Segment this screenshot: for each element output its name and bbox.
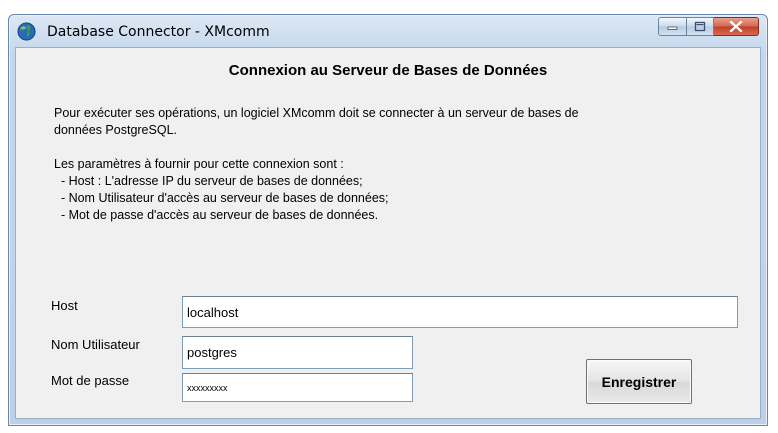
dialog-body: Connexion au Serveur de Bases de Données…	[15, 47, 761, 419]
user-label: Nom Utilisateur	[51, 337, 140, 352]
parameter-item: - Mot de passe d'accès au serveur de bas…	[54, 208, 379, 222]
intro-line: Pour exécuter ses opérations, un logicie…	[54, 106, 579, 120]
app-window: Database Connector - XMcomm Connexion au…	[8, 14, 768, 426]
window-title: Database Connector - XMcomm	[47, 24, 270, 40]
password-label: Mot de passe	[51, 373, 130, 388]
parameter-item: - Nom Utilisateur d'accès au serveur de …	[54, 191, 389, 205]
minimize-button[interactable]	[658, 17, 687, 36]
parameters-intro: Les paramètres à fournir pour cette conn…	[54, 157, 344, 171]
window-controls	[658, 17, 759, 37]
intro-line: données PostgreSQL.	[54, 123, 177, 137]
close-icon	[729, 21, 743, 32]
username-input[interactable]	[182, 336, 413, 369]
host-label: Host	[51, 298, 78, 313]
maximize-button[interactable]	[687, 17, 714, 36]
page-title: Connexion au Serveur de Bases de Données	[228, 62, 548, 79]
host-input[interactable]	[182, 296, 738, 328]
title-bar[interactable]: Database Connector - XMcomm	[9, 15, 767, 47]
globe-icon	[17, 22, 36, 41]
close-button[interactable]	[714, 17, 759, 36]
save-button[interactable]: Enregistrer	[586, 359, 692, 404]
minimize-icon	[667, 26, 677, 30]
intro-text: Pour exécuter ses opérations, un logicie…	[54, 105, 724, 139]
maximize-icon	[694, 21, 706, 32]
password-input[interactable]	[182, 373, 413, 402]
parameters-text: Les paramètres à fournir pour cette conn…	[54, 156, 724, 224]
parameter-item: - Host : L'adresse IP du serveur de base…	[54, 174, 363, 188]
